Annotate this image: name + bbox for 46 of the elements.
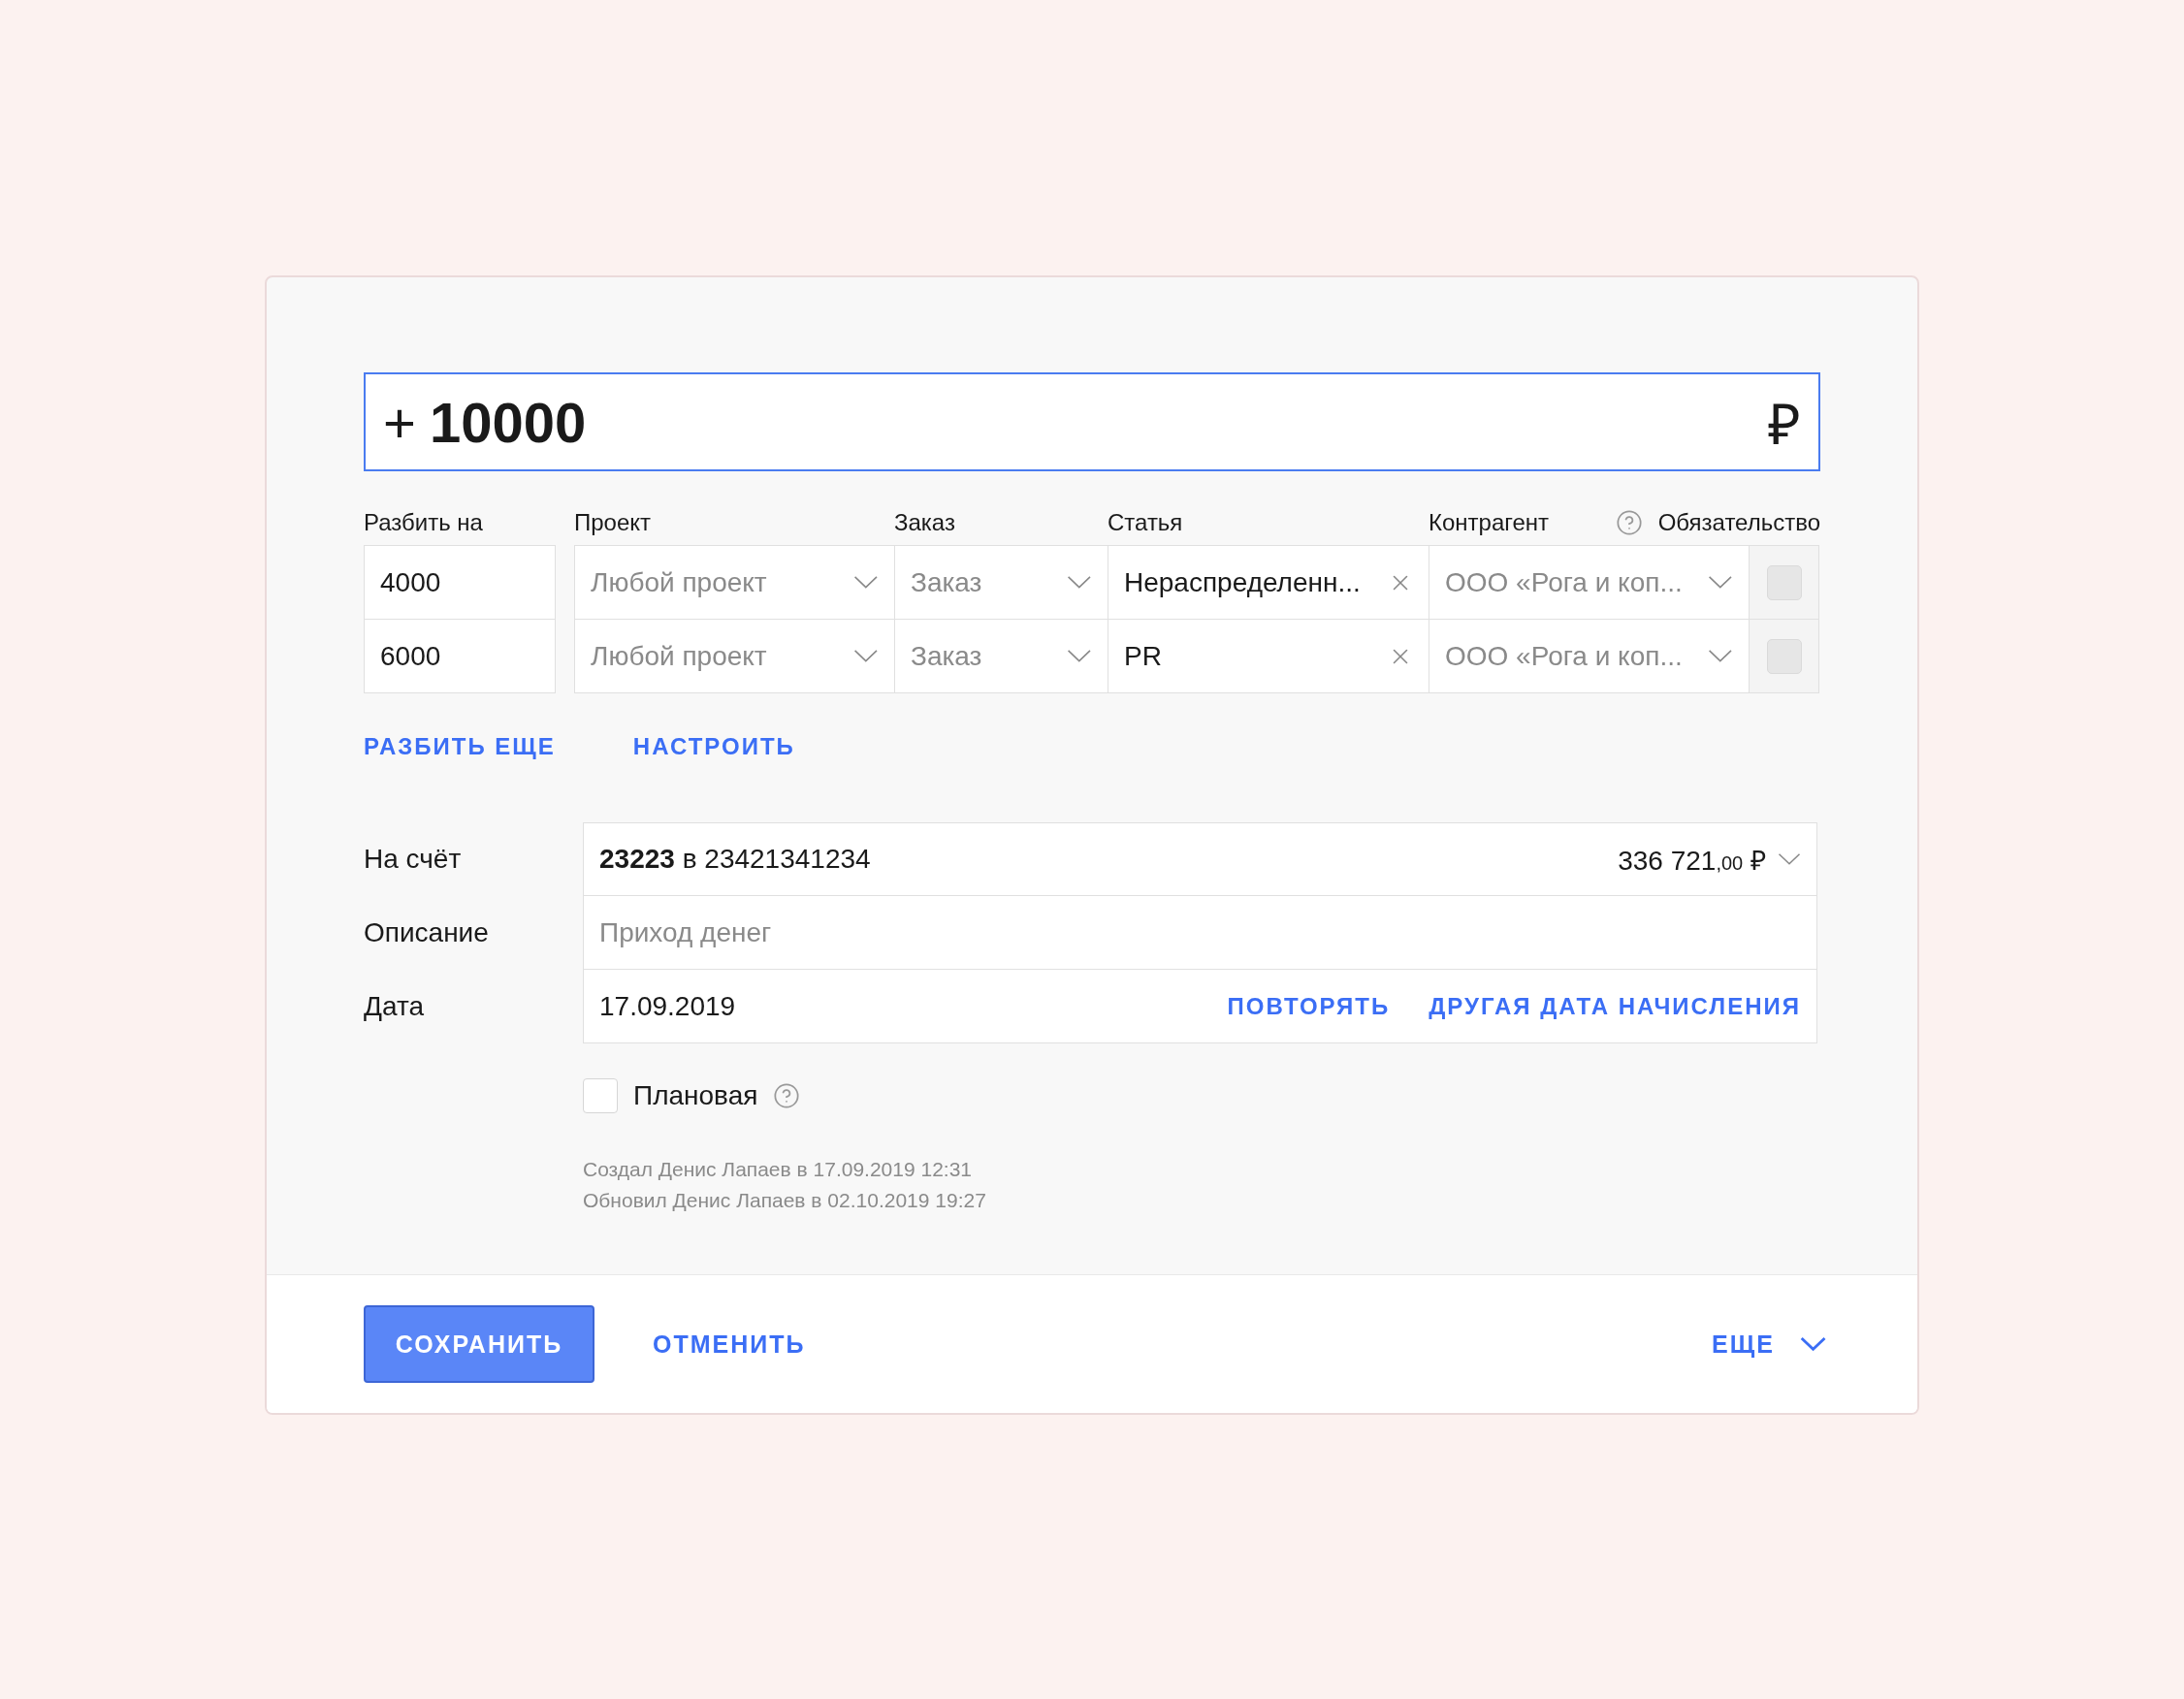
- audit-text: Создал Денис Лапаев в 17.09.2019 12:31: [583, 1157, 974, 1182]
- counterparty-select[interactable]: ООО «Рога и коп...: [1429, 619, 1750, 693]
- save-button[interactable]: СОХРАНИТЬ: [364, 1305, 594, 1383]
- split-link[interactable]: НАСТРОИТЬ: [632, 733, 795, 760]
- split-amount-input[interactable]: 6000: [364, 619, 556, 693]
- counterparty-select[interactable]: ООО «Рога и коп...: [1429, 545, 1750, 620]
- project-select[interactable]: Любой проект: [574, 619, 895, 693]
- article-select[interactable]: PR: [1108, 619, 1429, 693]
- article-select[interactable]: Нераспределенн...: [1108, 545, 1429, 620]
- chevron-down-icon: [1799, 1336, 1826, 1352]
- chevron-down-icon: [853, 649, 879, 663]
- column-header: Обязательство: [1657, 509, 1820, 536]
- account-select[interactable]: 23223 в 23421341234 336 721,00 ₽: [583, 822, 1817, 896]
- project-select[interactable]: Любой проект: [574, 545, 895, 620]
- chevron-down-icon: [1708, 649, 1733, 663]
- chevron-down-icon: [853, 575, 879, 590]
- obligation-checkbox[interactable]: [1766, 638, 1802, 674]
- date-value[interactable]: 17.09.2019: [599, 990, 736, 1022]
- split-link[interactable]: РАЗБИТЬ ЕЩЕ: [364, 733, 556, 760]
- column-header: Разбить на: [364, 509, 483, 536]
- column-header: Статья: [1108, 509, 1183, 536]
- column-header: Контрагент: [1429, 509, 1550, 536]
- description-label: Описание: [364, 916, 490, 949]
- cancel-link[interactable]: ОТМЕНИТЬ: [653, 1330, 806, 1359]
- audit-text: Обновил Денис Лапаев в 02.10.2019 19:27: [583, 1188, 987, 1213]
- split-amount-input[interactable]: 4000: [364, 545, 556, 620]
- chevron-down-icon: [1067, 649, 1092, 663]
- chevron-down-icon: [1708, 575, 1733, 590]
- column-header: Проект: [574, 509, 652, 536]
- amount-field[interactable]: + 10000 ₽: [364, 372, 1820, 471]
- account-label: На счёт: [364, 843, 463, 876]
- order-select[interactable]: Заказ: [894, 619, 1108, 693]
- date-label: Дата: [364, 990, 425, 1023]
- date-action-link[interactable]: ДРУГАЯ ДАТА НАЧИСЛЕНИЯ: [1429, 992, 1801, 1020]
- more-button[interactable]: ЕЩЕ: [1706, 1329, 1832, 1360]
- date-action-link[interactable]: ПОВТОРЯТЬ: [1227, 992, 1391, 1020]
- help-icon[interactable]: [1615, 509, 1643, 536]
- order-select[interactable]: Заказ: [894, 545, 1108, 620]
- planned-label: Плановая: [633, 1080, 758, 1111]
- obligation-checkbox[interactable]: [1766, 564, 1802, 600]
- chevron-down-icon: [1067, 575, 1092, 590]
- help-icon[interactable]: [773, 1082, 801, 1109]
- column-header: Заказ: [894, 509, 955, 536]
- planned-checkbox[interactable]: [583, 1078, 618, 1113]
- chevron-down-icon: [1778, 852, 1801, 866]
- description-input[interactable]: Приход денег: [583, 896, 1817, 970]
